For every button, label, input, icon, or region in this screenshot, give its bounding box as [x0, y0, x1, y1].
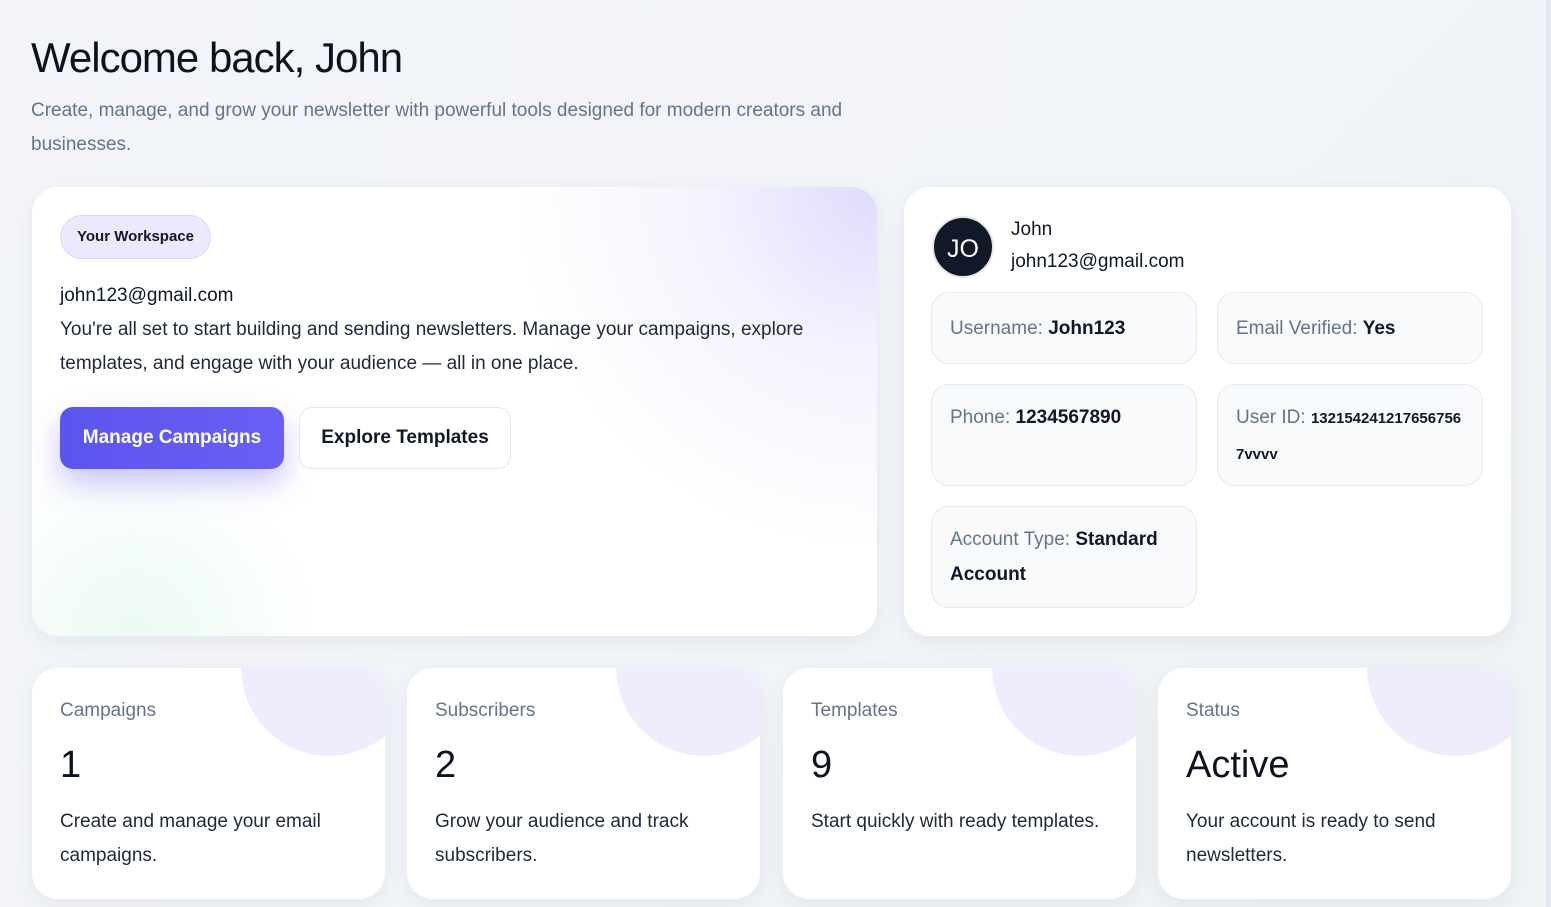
stat-value: Active	[1186, 744, 1290, 786]
phone-label: Phone:	[950, 407, 1011, 428]
decorative-circle	[616, 668, 760, 756]
page-subtitle: Create, manage, and grow your newsletter…	[31, 100, 843, 155]
decorative-circle	[992, 668, 1136, 756]
username-value: John123	[1048, 318, 1126, 339]
manage-campaigns-button[interactable]: Manage Campaigns	[60, 407, 284, 469]
decorative-circle	[241, 668, 385, 756]
stat-label: Templates	[811, 700, 898, 721]
workspace-email: john123@gmail.com	[60, 285, 234, 306]
stat-label: Subscribers	[435, 700, 536, 721]
profile-name: John	[1011, 219, 1053, 240]
workspace-card: Your Workspace john123@gmail.com You're …	[32, 187, 877, 636]
email-verified-value: Yes	[1362, 318, 1396, 339]
stat-description: Create and manage your email campaigns.	[60, 811, 321, 866]
stat-value: 2	[435, 744, 457, 786]
username-box: Username: John123	[931, 292, 1197, 364]
stat-description: Grow your audience and track subscribers…	[435, 811, 689, 866]
workspace-description: You're all set to start building and sen…	[60, 319, 804, 374]
avatar: JO	[932, 216, 994, 278]
page-header: Welcome back, John Create, manage, and g…	[31, 34, 911, 162]
stat-value: 1	[60, 744, 82, 786]
email-verified-box: Email Verified: Yes	[1217, 292, 1483, 364]
page-title: Welcome back, John	[31, 34, 403, 81]
stat-value: 9	[811, 744, 833, 786]
explore-templates-button[interactable]: Explore Templates	[299, 407, 511, 469]
user-id-label: User ID:	[1236, 407, 1306, 428]
email-verified-label: Email Verified:	[1236, 318, 1358, 339]
username-label: Username:	[950, 318, 1043, 339]
stat-card-status: Status Active Your account is ready to s…	[1158, 668, 1511, 899]
stat-card-campaigns: Campaigns 1 Create and manage your email…	[32, 668, 385, 899]
stat-card-subscribers: Subscribers 2 Grow your audience and tra…	[407, 668, 760, 899]
stat-description: Your account is ready to send newsletter…	[1186, 811, 1436, 866]
account-type-box: Account Type: Standard Account	[931, 506, 1197, 608]
stat-card-templates: Templates 9 Start quickly with ready tem…	[783, 668, 1136, 899]
decorative-circle	[1367, 668, 1511, 756]
profile-email: john123@gmail.com	[1011, 251, 1185, 272]
phone-box: Phone: 1234567890	[931, 384, 1197, 486]
user-id-box: User ID: 1321542412176567567vvvv	[1217, 384, 1483, 486]
stat-label: Campaigns	[60, 700, 157, 721]
scrollbar-track[interactable]	[1546, 0, 1551, 907]
workspace-badge: Your Workspace	[60, 215, 211, 259]
stat-description: Start quickly with ready templates.	[811, 811, 1100, 832]
profile-card: JO John john123@gmail.com Username: John…	[904, 187, 1511, 636]
stat-label: Status	[1186, 700, 1240, 721]
account-type-label: Account Type:	[950, 529, 1071, 550]
phone-value: 1234567890	[1015, 407, 1122, 428]
